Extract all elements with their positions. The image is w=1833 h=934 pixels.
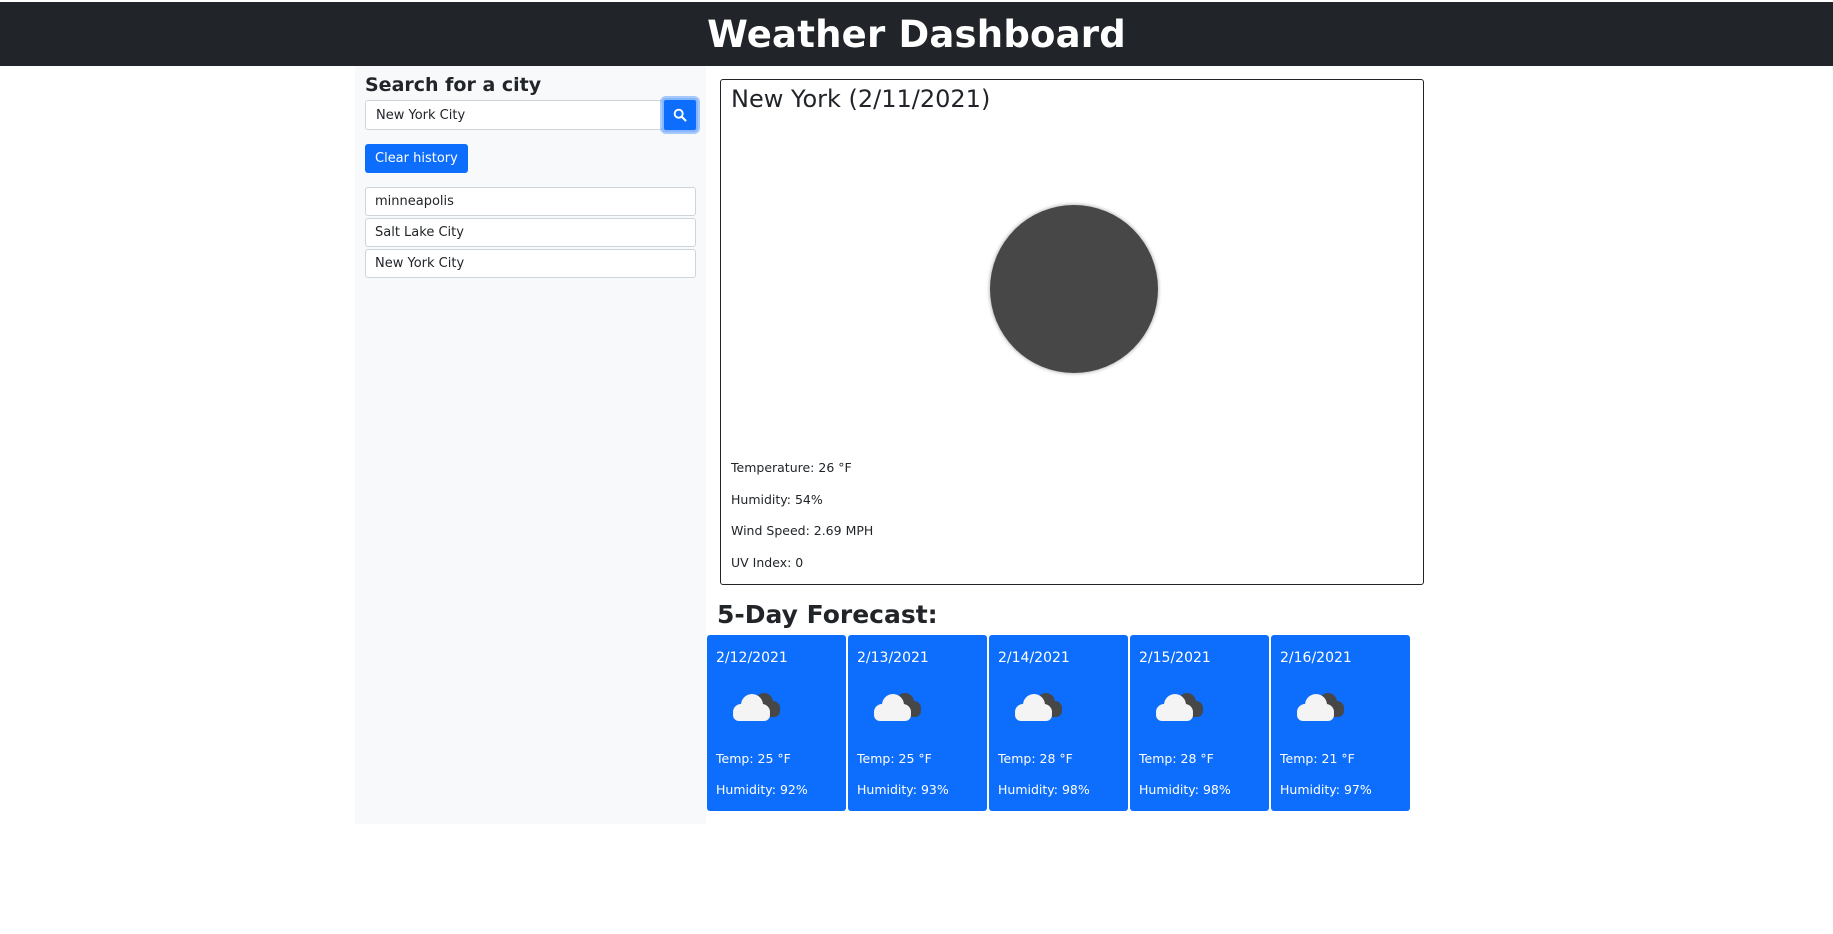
forecast-card: 2/16/2021 Temp: 21 °F Humidity: 97% xyxy=(1271,635,1410,811)
history-item[interactable]: New York City xyxy=(365,249,696,278)
moon-icon xyxy=(990,205,1158,373)
clear-history-button[interactable]: Clear history xyxy=(365,144,468,173)
cloud-icon xyxy=(1015,693,1062,721)
forecast-card: 2/15/2021 Temp: 28 °F Humidity: 98% xyxy=(1130,635,1269,811)
forecast-date: 2/15/2021 xyxy=(1139,650,1211,666)
forecast-heading: 5-Day Forecast: xyxy=(717,600,938,629)
current-city-title: New York (2/11/2021) xyxy=(731,85,991,113)
forecast-date: 2/13/2021 xyxy=(857,650,929,666)
forecast-temperature: Temp: 25 °F xyxy=(716,751,791,766)
current-uv-index: UV Index: 0 xyxy=(731,555,804,570)
forecast-card: 2/13/2021 Temp: 25 °F Humidity: 93% xyxy=(848,635,987,811)
cloud-icon xyxy=(733,693,780,721)
history-item[interactable]: minneapolis xyxy=(365,187,696,216)
forecast-row: 2/12/2021 Temp: 25 °F Humidity: 92% 2/13… xyxy=(707,635,1410,811)
forecast-temperature: Temp: 28 °F xyxy=(1139,751,1214,766)
current-wind-speed: Wind Speed: 2.69 MPH xyxy=(731,523,874,538)
current-weather-card: New York (2/11/2021) Temperature: 26 °F … xyxy=(720,79,1424,585)
forecast-humidity: Humidity: 92% xyxy=(716,782,808,797)
forecast-date: 2/14/2021 xyxy=(998,650,1070,666)
forecast-humidity: Humidity: 98% xyxy=(1139,782,1231,797)
city-search-input[interactable] xyxy=(365,100,663,130)
page-title: Weather Dashboard xyxy=(707,12,1126,56)
forecast-date: 2/12/2021 xyxy=(716,650,788,666)
current-temperature: Temperature: 26 °F xyxy=(731,460,852,475)
search-heading: Search for a city xyxy=(365,74,542,96)
sidebar: Search for a city Clear history minneapo… xyxy=(355,66,706,824)
history-item[interactable]: Salt Lake City xyxy=(365,218,696,247)
cloud-icon xyxy=(874,693,921,721)
forecast-humidity: Humidity: 97% xyxy=(1280,782,1372,797)
cloud-icon xyxy=(1297,693,1344,721)
forecast-humidity: Humidity: 93% xyxy=(857,782,949,797)
forecast-temperature: Temp: 21 °F xyxy=(1280,751,1355,766)
header-bar: Weather Dashboard xyxy=(0,2,1833,66)
forecast-temperature: Temp: 28 °F xyxy=(998,751,1073,766)
search-history-list: minneapolis Salt Lake City New York City xyxy=(365,187,696,280)
forecast-card: 2/12/2021 Temp: 25 °F Humidity: 92% xyxy=(707,635,846,811)
forecast-card: 2/14/2021 Temp: 28 °F Humidity: 98% xyxy=(989,635,1128,811)
search-button[interactable] xyxy=(662,98,698,132)
forecast-date: 2/16/2021 xyxy=(1280,650,1352,666)
cloud-icon xyxy=(1156,693,1203,721)
search-icon xyxy=(673,108,687,122)
forecast-temperature: Temp: 25 °F xyxy=(857,751,932,766)
current-humidity: Humidity: 54% xyxy=(731,492,823,507)
forecast-humidity: Humidity: 98% xyxy=(998,782,1090,797)
